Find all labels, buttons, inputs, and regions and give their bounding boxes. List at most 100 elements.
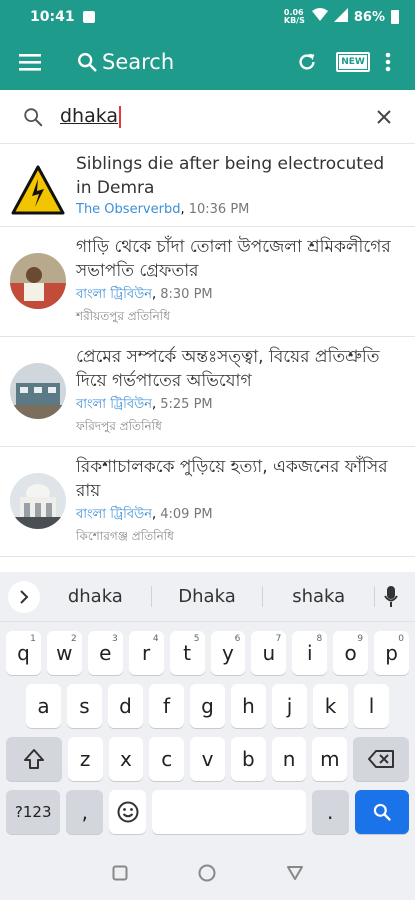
clear-search-button[interactable] xyxy=(369,102,399,132)
close-icon xyxy=(377,109,391,124)
battery-icon xyxy=(391,10,399,24)
key-g[interactable]: g xyxy=(190,684,225,728)
key-e[interactable]: 3e xyxy=(87,631,123,675)
key-n[interactable]: n xyxy=(271,737,307,781)
key-y[interactable]: 6y xyxy=(210,631,246,675)
space-key[interactable] xyxy=(152,790,306,834)
key-o[interactable]: 9o xyxy=(333,631,369,675)
key-label: r xyxy=(142,641,151,665)
back-button[interactable] xyxy=(286,865,304,885)
news-item[interactable]: প্রেমের সম্পর্কে অন্তঃসত্ত্বা, বিয়ের প্… xyxy=(0,337,415,447)
key-hint: 8 xyxy=(316,634,323,644)
key-label: o xyxy=(344,641,357,665)
news-source: The Observerbd xyxy=(76,202,181,217)
home-button[interactable] xyxy=(198,864,216,886)
home-icon xyxy=(198,864,215,882)
key-row-2: asdfghjkl xyxy=(0,684,415,728)
key-f[interactable]: f xyxy=(149,684,184,728)
notification-icon xyxy=(82,11,95,23)
more-vert-icon xyxy=(385,52,391,72)
key-hint: 5 xyxy=(193,634,200,644)
key-label: w xyxy=(56,641,73,665)
key-hint: 9 xyxy=(357,634,364,644)
key-c[interactable]: c xyxy=(149,737,185,781)
comma-key[interactable]: , xyxy=(66,790,104,834)
news-title: Siblings die after being electrocuted in… xyxy=(76,154,385,198)
backspace-key[interactable] xyxy=(353,737,409,781)
news-item[interactable]: রিকশাচালককে পুড়িয়ে হত্যা, একজনের ফাঁসি… xyxy=(0,447,415,557)
menu-button[interactable] xyxy=(12,44,48,80)
shift-key[interactable] xyxy=(6,737,62,781)
navigation-bar xyxy=(0,850,415,900)
news-list: Siblings die after being electrocuted in… xyxy=(0,144,415,568)
overflow-menu-button[interactable] xyxy=(373,42,403,82)
suggestion-word[interactable]: shaka xyxy=(263,586,376,607)
key-label: y xyxy=(222,641,234,665)
key-row-3: zxcvbnm xyxy=(0,737,415,781)
key-a[interactable]: a xyxy=(26,684,61,728)
news-item[interactable]: Siblings die after being electrocuted in… xyxy=(0,144,415,227)
news-source: বাংলা ট্রিবিউন xyxy=(76,507,152,522)
hamburger-icon xyxy=(19,54,41,71)
news-source: বাংলা ট্রিবিউন xyxy=(76,397,152,412)
back-icon xyxy=(286,866,303,880)
key-label: p xyxy=(385,641,398,665)
search-title-button[interactable]: Search xyxy=(76,50,174,74)
key-p[interactable]: 0p xyxy=(374,631,410,675)
app-bar: Search NEW xyxy=(0,34,415,90)
key-hint: 2 xyxy=(71,634,77,644)
refresh-button[interactable] xyxy=(287,42,327,82)
period-key[interactable]: . xyxy=(311,790,349,834)
battery-percent: 86% xyxy=(353,9,385,25)
key-r[interactable]: 4r xyxy=(128,631,164,675)
news-title: রিকশাচালককে পুড়িয়ে হত্যা, একজনের ফাঁসি… xyxy=(76,457,388,501)
key-b[interactable]: b xyxy=(230,737,266,781)
key-t[interactable]: 5t xyxy=(169,631,205,675)
status-time: 10:41 xyxy=(30,9,75,25)
key-m[interactable]: m xyxy=(312,737,348,781)
recents-button[interactable] xyxy=(112,865,128,885)
expand-toolbar-button[interactable] xyxy=(8,580,40,613)
key-hint: 0 xyxy=(398,634,405,644)
key-label: e xyxy=(99,641,112,665)
key-j[interactable]: j xyxy=(272,684,307,728)
news-item[interactable]: গাড়ি থেকে চাঁদা তোলা উপজেলা শ্রমিকলীগের… xyxy=(0,227,415,337)
news-source: বাংলা ট্রিবিউন xyxy=(76,287,152,302)
search-action-key[interactable] xyxy=(354,790,409,834)
key-w[interactable]: 2w xyxy=(46,631,82,675)
news-time: 8:30 PM xyxy=(160,287,213,302)
new-badge: NEW xyxy=(336,52,370,72)
emoji-key[interactable] xyxy=(109,790,147,834)
news-title: প্রেমের সম্পর্কে অন্তঃসত্ত্বা, বিয়ের প্… xyxy=(76,347,380,391)
status-bar: 10:41 0.06 KB/S 86% xyxy=(0,0,415,34)
key-hint: 1 xyxy=(30,634,36,644)
search-icon xyxy=(24,107,43,126)
key-d[interactable]: d xyxy=(108,684,143,728)
key-s[interactable]: s xyxy=(67,684,102,728)
new-button[interactable]: NEW xyxy=(333,42,373,82)
building-photo-thumbnail xyxy=(10,363,66,419)
news-correspondent: শরীয়তপুর প্রতিনিধি xyxy=(76,309,170,323)
key-i[interactable]: 8i xyxy=(292,631,328,675)
key-q[interactable]: 1q xyxy=(5,631,41,675)
key-hint: 4 xyxy=(152,634,159,644)
key-hint: 3 xyxy=(111,634,118,644)
news-time: 5:25 PM xyxy=(160,397,213,412)
voice-input-button[interactable] xyxy=(375,585,407,608)
search-query-text: dhaka xyxy=(60,105,119,128)
suggestion-word[interactable]: dhaka xyxy=(40,586,152,607)
key-l[interactable]: l xyxy=(354,684,389,728)
key-k[interactable]: k xyxy=(313,684,348,728)
key-label: t xyxy=(183,641,191,665)
search-icon xyxy=(78,53,97,72)
wifi-icon xyxy=(311,8,328,26)
key-z[interactable]: z xyxy=(67,737,103,781)
key-x[interactable]: x xyxy=(108,737,144,781)
suggestion-word[interactable]: Dhaka xyxy=(152,586,264,607)
key-v[interactable]: v xyxy=(190,737,225,781)
key-u[interactable]: 7u xyxy=(251,631,287,675)
search-input[interactable]: dhaka xyxy=(60,105,369,128)
person-photo-thumbnail xyxy=(10,253,66,309)
key-h[interactable]: h xyxy=(231,684,266,728)
symbols-key[interactable]: ?123 xyxy=(6,790,61,834)
